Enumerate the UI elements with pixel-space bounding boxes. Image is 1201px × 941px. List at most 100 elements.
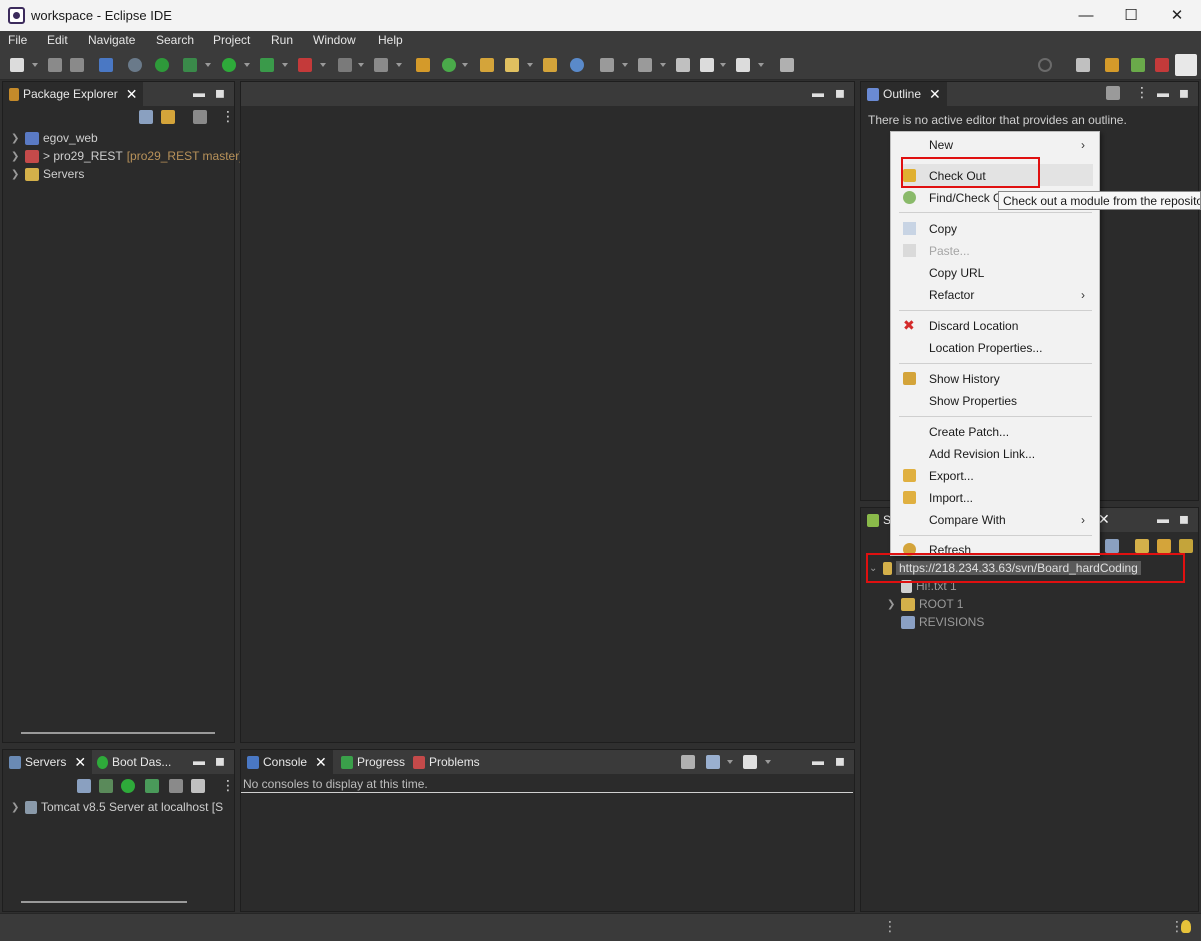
menu-item-compare-with[interactable]: Compare With <box>929 513 1006 527</box>
maximize-panel-icon[interactable]: ◼ <box>1179 86 1189 100</box>
back-icon[interactable] <box>700 58 714 72</box>
chevron-right-icon[interactable]: ❯ <box>11 802 21 813</box>
spring-boot-icon[interactable] <box>155 58 169 72</box>
menu-item-import[interactable]: Import... <box>929 491 973 505</box>
save-all-icon[interactable] <box>70 58 84 72</box>
chevron-right-icon[interactable]: ❯ <box>11 169 21 180</box>
minimize-panel-icon[interactable]: ▬ <box>1157 86 1169 100</box>
tab-outline[interactable]: Outline ✕ <box>861 82 947 106</box>
tree-item-root[interactable]: ❯ ROOT 1 <box>887 595 963 613</box>
next-annotation-icon[interactable] <box>600 58 614 72</box>
display-console-icon[interactable] <box>706 755 720 769</box>
tab-package-explorer[interactable]: Package Explorer ✕ <box>3 82 144 106</box>
menu-help[interactable]: Help <box>378 33 403 47</box>
git-perspective-icon[interactable] <box>1155 58 1169 72</box>
maximize-panel-icon[interactable]: ◼ <box>215 754 225 768</box>
tab-boot-dashboard[interactable]: Boot Das... <box>91 750 177 774</box>
new-class-icon[interactable] <box>442 58 456 72</box>
java-ee-perspective-icon[interactable] <box>1105 58 1119 72</box>
chevron-right-icon[interactable]: ❯ <box>11 151 21 162</box>
svn-perspective-icon[interactable] <box>1175 54 1197 76</box>
menu-run[interactable]: Run <box>271 33 293 47</box>
globe-icon[interactable] <box>570 58 584 72</box>
debug-icon[interactable] <box>183 58 197 72</box>
run-last-icon[interactable] <box>260 58 274 72</box>
checkout-icon[interactable] <box>1179 539 1193 553</box>
start-server-icon[interactable] <box>121 779 135 793</box>
debug-server-icon[interactable] <box>99 779 113 793</box>
menu-search[interactable]: Search <box>156 33 194 47</box>
menu-item-show-history[interactable]: Show History <box>929 372 1000 386</box>
debug-perspective-icon[interactable] <box>1131 58 1145 72</box>
minimize-editor-icon[interactable]: ▬ <box>812 86 824 100</box>
menu-item-copy-url[interactable]: Copy URL <box>929 266 984 280</box>
tab-progress[interactable]: Progress <box>335 750 411 774</box>
menu-navigate[interactable]: Navigate <box>88 33 135 47</box>
search-icon[interactable] <box>1038 58 1052 72</box>
run-icon[interactable] <box>222 58 236 72</box>
close-tab-icon[interactable]: ✕ <box>929 86 941 103</box>
menu-item-new[interactable]: New <box>929 138 953 152</box>
stop-server-icon[interactable] <box>169 779 183 793</box>
link-editor-icon[interactable] <box>161 110 175 124</box>
menu-item-copy[interactable]: Copy <box>929 222 957 236</box>
close-button[interactable]: ✕ <box>1154 0 1200 31</box>
last-edit-icon[interactable] <box>676 58 690 72</box>
view-menu-icon[interactable]: ⋮ <box>1135 84 1149 101</box>
new-location-svn-icon[interactable] <box>1157 539 1171 553</box>
marker-icon[interactable] <box>505 58 519 72</box>
external-tools-icon[interactable] <box>298 58 312 72</box>
lightbulb-icon[interactable] <box>1181 920 1191 933</box>
tree-item-revisions[interactable]: REVISIONS <box>887 613 984 631</box>
new-icon[interactable] <box>10 58 24 72</box>
minimize-panel-icon[interactable]: ▬ <box>1157 512 1169 526</box>
open-perspective-icon[interactable] <box>1076 58 1090 72</box>
forward-icon[interactable] <box>736 58 750 72</box>
minimize-button[interactable]: — <box>1063 0 1109 31</box>
collapse-all-icon[interactable] <box>1105 539 1119 553</box>
collapse-all-icon[interactable] <box>139 110 153 124</box>
terminal-icon[interactable] <box>99 58 113 72</box>
save-icon[interactable] <box>48 58 62 72</box>
pin-editor-icon[interactable] <box>780 58 794 72</box>
tree-item-pro29-rest[interactable]: ❯ > pro29_REST [pro29_REST master] <box>11 147 243 165</box>
menu-edit[interactable]: Edit <box>47 33 68 47</box>
open-console-icon[interactable] <box>743 755 757 769</box>
menu-item-create-patch[interactable]: Create Patch... <box>929 425 1009 439</box>
filter-icon[interactable] <box>193 110 207 124</box>
tab-problems[interactable]: Problems <box>407 750 486 774</box>
horizontal-scrollbar[interactable] <box>21 901 187 903</box>
menu-item-show-properties[interactable]: Show Properties <box>929 394 1017 408</box>
chevron-right-icon[interactable]: ❯ <box>887 599 897 610</box>
close-tab-icon[interactable]: ✕ <box>126 86 138 103</box>
profile-server-icon[interactable] <box>145 779 159 793</box>
menu-project[interactable]: Project <box>213 33 250 47</box>
minimize-panel-icon[interactable]: ▬ <box>193 86 205 100</box>
publish-icon[interactable] <box>191 779 205 793</box>
tree-item-egov-web[interactable]: ❯ egov_web <box>11 129 98 147</box>
view-menu-icon[interactable]: ⋮ <box>221 777 235 794</box>
deploy-icon[interactable] <box>374 58 388 72</box>
menu-item-export[interactable]: Export... <box>929 469 974 483</box>
skip-breakpoints-icon[interactable] <box>128 58 142 72</box>
menu-item-discard-location[interactable]: Discard Location <box>929 319 1018 333</box>
collapse-all-icon[interactable] <box>77 779 91 793</box>
tree-item-servers[interactable]: ❯ Servers <box>11 165 84 183</box>
menu-item-add-revision-link[interactable]: Add Revision Link... <box>929 447 1035 461</box>
pin-console-icon[interactable] <box>681 755 695 769</box>
focus-icon[interactable] <box>1106 86 1120 100</box>
new-java-project-icon[interactable] <box>416 58 430 72</box>
menu-item-refactor[interactable]: Refactor <box>929 288 974 302</box>
menu-file[interactable]: File <box>8 33 27 47</box>
tab-console[interactable]: Console ✕ <box>241 750 333 774</box>
close-tab-icon[interactable]: ✕ <box>315 754 327 771</box>
tree-item-tomcat[interactable]: ❯ Tomcat v8.5 Server at localhost [S <box>11 798 223 816</box>
menu-item-location-properties[interactable]: Location Properties... <box>929 341 1042 355</box>
maximize-panel-icon[interactable]: ◼ <box>835 754 845 768</box>
maximize-button[interactable]: ☐ <box>1108 0 1154 31</box>
open-type-icon[interactable] <box>480 58 494 72</box>
stop-icon[interactable] <box>338 58 352 72</box>
prev-annotation-icon[interactable] <box>638 58 652 72</box>
view-menu-icon[interactable]: ⋮ <box>221 108 235 125</box>
new-location-icon[interactable] <box>1135 539 1149 553</box>
